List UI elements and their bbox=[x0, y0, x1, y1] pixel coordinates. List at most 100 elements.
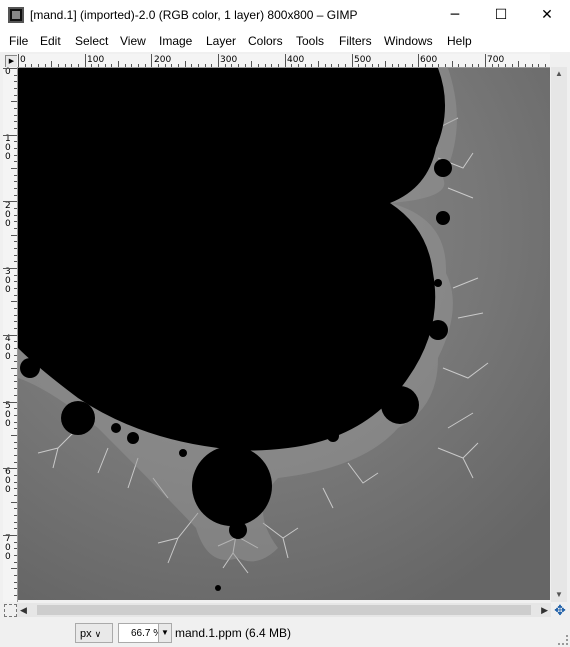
hruler-tick bbox=[371, 64, 373, 67]
hruler-tick bbox=[151, 54, 153, 67]
hruler-tick bbox=[131, 64, 133, 67]
vruler-tick bbox=[14, 128, 17, 130]
vruler-tick bbox=[14, 208, 17, 210]
vruler-tick bbox=[14, 308, 17, 310]
vruler-tick bbox=[14, 148, 17, 150]
hruler-tick bbox=[104, 64, 106, 67]
menu-help[interactable]: Help bbox=[447, 34, 472, 48]
vruler-tick bbox=[3, 134, 17, 136]
menu-colors[interactable]: Colors bbox=[248, 34, 283, 48]
hruler-tick bbox=[258, 64, 260, 67]
hruler-tick bbox=[398, 64, 400, 67]
zoom-combo[interactable]: 66.7 % ▼ bbox=[118, 623, 172, 643]
vruler-tick bbox=[14, 214, 17, 216]
menu-select[interactable]: Select bbox=[75, 34, 108, 48]
hruler-tick bbox=[531, 64, 533, 67]
vruler-tick bbox=[14, 408, 17, 410]
vruler-tick bbox=[11, 101, 17, 103]
vruler-tick bbox=[14, 394, 17, 396]
vruler-tick bbox=[14, 108, 17, 110]
scroll-right-icon[interactable]: ▶ bbox=[541, 603, 548, 617]
minimize-icon[interactable]: ─ bbox=[432, 0, 478, 31]
hruler-tick bbox=[358, 64, 360, 67]
hruler-tick bbox=[351, 54, 353, 67]
vruler-tick bbox=[14, 274, 17, 276]
unit-select[interactable]: px ∨ bbox=[75, 623, 113, 643]
menu-layer[interactable]: Layer bbox=[206, 34, 236, 48]
hruler-tick bbox=[158, 64, 160, 67]
vruler-tick bbox=[3, 201, 17, 203]
navigate-icon[interactable]: ✥ bbox=[552, 602, 568, 618]
horizontal-scrollbar[interactable]: ◀ ▶ bbox=[17, 603, 551, 617]
hruler-tick bbox=[211, 64, 213, 67]
vruler-tick bbox=[14, 181, 17, 183]
hruler-tick bbox=[144, 64, 146, 67]
hruler-tick bbox=[451, 61, 453, 67]
vruler-tick bbox=[14, 288, 17, 290]
vruler-tick bbox=[3, 468, 17, 470]
vruler-tick bbox=[14, 328, 17, 330]
vruler-tick bbox=[3, 268, 17, 270]
hruler-tick bbox=[384, 61, 386, 67]
scroll-down-icon[interactable]: ▼ bbox=[551, 588, 567, 602]
vruler-label: 0 bbox=[5, 67, 11, 77]
hruler-tick bbox=[478, 64, 480, 67]
vruler-tick bbox=[14, 261, 17, 263]
image-canvas[interactable] bbox=[18, 68, 550, 600]
vruler-tick bbox=[14, 574, 17, 576]
gimp-image-icon[interactable] bbox=[8, 7, 24, 23]
gimp-image-window: [mand.1] (imported)-2.0 (RGB color, 1 la… bbox=[0, 0, 570, 647]
menu-file[interactable]: File bbox=[9, 34, 28, 48]
chevron-down-icon[interactable]: ▼ bbox=[158, 624, 171, 642]
hruler-tick bbox=[58, 64, 60, 67]
vruler-tick bbox=[14, 74, 17, 76]
hruler-tick bbox=[491, 64, 493, 67]
vruler-tick bbox=[14, 388, 17, 390]
vruler-tick bbox=[14, 348, 17, 350]
quick-mask-toggle-icon[interactable] bbox=[4, 604, 17, 617]
menu-filters[interactable]: Filters bbox=[339, 34, 372, 48]
vruler-tick bbox=[14, 448, 17, 450]
hruler-tick bbox=[84, 54, 86, 67]
horizontal-scroll-thumb[interactable] bbox=[37, 605, 531, 615]
vertical-ruler[interactable]: 0 100 200 300 400 500 600 700 bbox=[3, 67, 18, 602]
close-icon[interactable]: ✕ bbox=[524, 0, 570, 31]
hruler-tick bbox=[218, 54, 220, 67]
menu-windows[interactable]: Windows bbox=[384, 34, 433, 48]
vruler-tick bbox=[14, 94, 17, 96]
vruler-tick bbox=[14, 374, 17, 376]
vruler-tick bbox=[14, 561, 17, 563]
vruler-tick bbox=[14, 548, 17, 550]
menu-edit[interactable]: Edit bbox=[40, 34, 61, 48]
vruler-tick bbox=[14, 421, 17, 423]
resize-grip-icon[interactable] bbox=[558, 635, 568, 645]
hruler-tick bbox=[431, 64, 433, 67]
vruler-tick bbox=[14, 414, 17, 416]
vruler-label: 700 bbox=[5, 534, 11, 562]
vruler-tick bbox=[14, 174, 17, 176]
hruler-tick bbox=[18, 54, 19, 67]
hruler-tick bbox=[284, 54, 286, 67]
hruler-tick bbox=[71, 64, 73, 67]
hruler-tick bbox=[118, 61, 120, 67]
vruler-tick bbox=[14, 474, 17, 476]
menu-tools[interactable]: Tools bbox=[296, 34, 324, 48]
scroll-up-icon[interactable]: ▲ bbox=[551, 67, 567, 81]
vruler-label: 400 bbox=[5, 334, 11, 362]
hruler-tick bbox=[111, 64, 113, 67]
vruler-tick bbox=[3, 401, 17, 403]
maximize-icon[interactable]: ☐ bbox=[478, 0, 524, 31]
vertical-scrollbar[interactable]: ▲ ▼ bbox=[551, 67, 567, 602]
title-bar[interactable]: [mand.1] (imported)-2.0 (RGB color, 1 la… bbox=[0, 0, 570, 31]
scroll-left-icon[interactable]: ◀ bbox=[20, 603, 27, 617]
menu-view[interactable]: View bbox=[120, 34, 146, 48]
hruler-tick bbox=[538, 64, 540, 67]
hruler-tick bbox=[98, 64, 100, 67]
hruler-label: 100 bbox=[87, 55, 105, 65]
vruler-tick bbox=[14, 494, 17, 496]
hruler-tick bbox=[498, 64, 500, 67]
vruler-tick bbox=[3, 68, 17, 69]
menu-image[interactable]: Image bbox=[159, 34, 192, 48]
vruler-tick bbox=[14, 254, 17, 256]
horizontal-ruler[interactable]: 0 100 200 300 400 500 600 700 bbox=[17, 54, 550, 68]
